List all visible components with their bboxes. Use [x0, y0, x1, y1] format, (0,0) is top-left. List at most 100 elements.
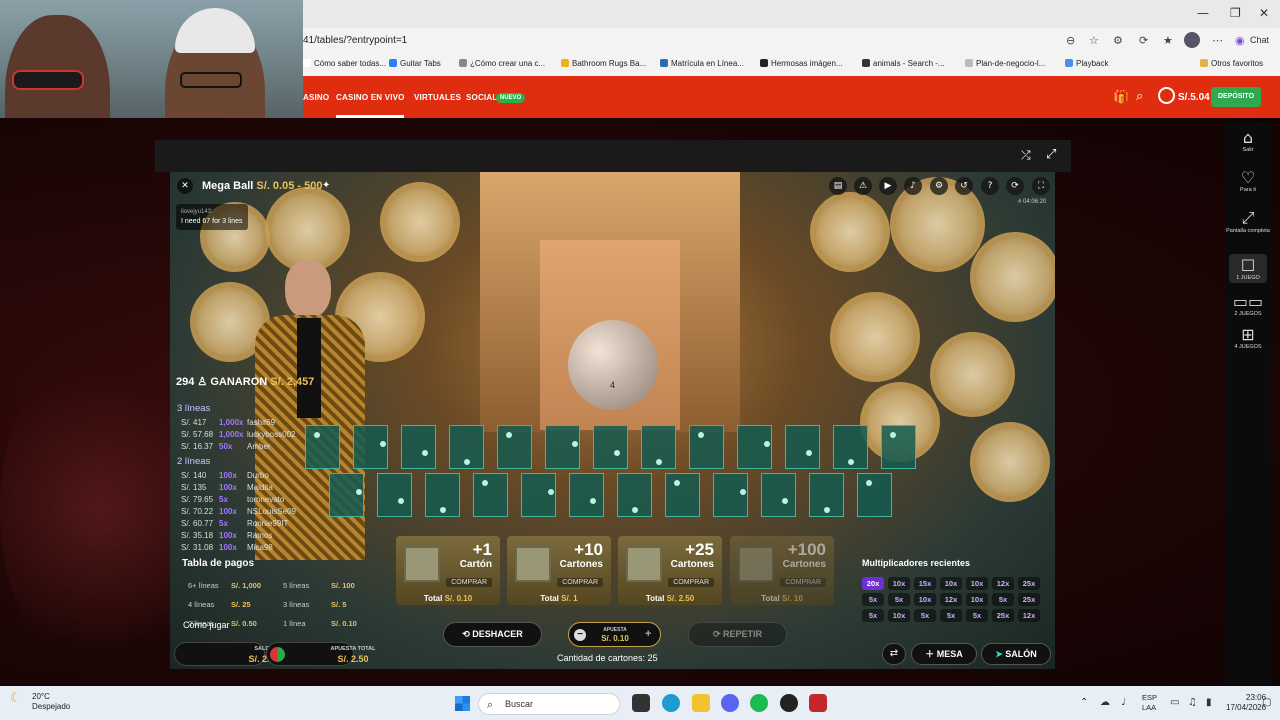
repeat-button[interactable]: ⟳ REPETIR [688, 622, 787, 647]
extensions-icon[interactable]: ⚙ [1113, 34, 1123, 47]
chat-label[interactable]: Chat [1250, 35, 1269, 45]
bingo-card[interactable] [401, 425, 436, 469]
bookmark-item[interactable]: Bathroom Rugs Ba... [561, 59, 646, 68]
spotify-icon[interactable] [750, 694, 768, 712]
bingo-card[interactable] [449, 425, 484, 469]
bingo-card[interactable] [305, 425, 340, 469]
sidebar-item-2-juegos[interactable]: ▭▭ 2 JUEGOS [1225, 292, 1271, 317]
search-icon[interactable]: ⌕ [1136, 89, 1143, 104]
restore-icon[interactable]: ❐ [1230, 6, 1241, 20]
bingo-card[interactable] [377, 473, 412, 517]
mic-icon[interactable]: ♩ [1121, 697, 1126, 708]
bookmark-item[interactable]: Plan-de-negocio-l... [965, 59, 1045, 68]
favorites-icon[interactable]: ★ [1163, 34, 1173, 47]
edge-icon[interactable] [662, 694, 680, 712]
buy-cards-button[interactable]: +1 Cartón COMPRAR Total S/. 0.10 [396, 536, 500, 605]
reader-icon[interactable]: ⊖ [1066, 34, 1075, 47]
chat-icon[interactable]: ▤ [829, 177, 847, 195]
address-bar[interactable]: 41/tables/?entrypoint=1 ⊖ ☆ ⚙ ⟳ ★ ▣ ⋯ ◉ … [303, 30, 1280, 52]
taskbar-clock[interactable]: 23:06 17/04/2026 [1226, 693, 1266, 713]
app-icon[interactable] [809, 694, 827, 712]
bingo-card[interactable] [881, 425, 916, 469]
buy-cards-button[interactable]: +100 Cartones COMPRAR Total S/. 10 [730, 536, 834, 605]
bingo-card[interactable] [833, 425, 868, 469]
sidebar-item-4-juegos[interactable]: ⊞ 4 JUEGOS [1225, 325, 1271, 350]
profile-avatar[interactable] [1184, 32, 1200, 48]
increase-bet-button[interactable]: + [645, 628, 651, 640]
undo-button[interactable]: ⟲ DESHACER [443, 622, 542, 647]
gift-icon[interactable]: 🎁 [1113, 90, 1129, 105]
volume-icon[interactable]: ♪ [904, 177, 922, 195]
pin-icon[interactable]: ✦ [322, 180, 330, 191]
buy-cards-button[interactable]: +25 Cartones COMPRAR Total S/. 2.50 [618, 536, 722, 605]
sidebar-item-salir[interactable]: ⌂ Salir [1225, 128, 1271, 153]
shuffle-icon[interactable]: ⤮ [1021, 148, 1031, 163]
windows-start-icon[interactable] [455, 696, 470, 711]
bookmark-item[interactable]: Cómo saber todas... [303, 59, 386, 68]
nav-virtuales[interactable]: VIRTUALES [414, 93, 461, 102]
bingo-card[interactable] [497, 425, 532, 469]
notifications-icon[interactable]: ▢ [1262, 697, 1271, 708]
file-explorer-icon[interactable] [692, 694, 710, 712]
bingo-card[interactable] [617, 473, 652, 517]
nav-casino-en-vivo[interactable]: CASINO EN VIVO [336, 93, 405, 102]
favorite-star-icon[interactable]: ☆ [1089, 34, 1099, 47]
fullscreen-game-icon[interactable]: ⛶ [1032, 177, 1050, 195]
minimize-icon[interactable]: — [1197, 6, 1209, 20]
help-icon[interactable]: ? [981, 177, 999, 195]
weather-widget[interactable]: ☾ 20°C Despejado [10, 692, 70, 712]
deposit-button[interactable]: DEPÓSITO [1211, 87, 1261, 107]
table-button[interactable]: ＋ MESA [911, 643, 977, 665]
bookmark-item[interactable]: Guitar Tabs [389, 59, 441, 68]
decrease-bet-button[interactable]: − [574, 629, 586, 641]
cloud-icon[interactable]: ☁ [1100, 697, 1110, 708]
bingo-card[interactable] [857, 473, 892, 517]
buy-cards-button[interactable]: +10 Cartones COMPRAR Total S/. 1 [507, 536, 611, 605]
sync-icon[interactable]: ⟳ [1139, 34, 1148, 47]
history-button[interactable]: ⇄ [882, 643, 906, 665]
nav-social[interactable]: SOCIAL [466, 93, 497, 102]
bingo-card[interactable] [785, 425, 820, 469]
sidebar-item-fullscreen[interactable]: ⤢ Pantalla completa [1225, 208, 1271, 234]
bingo-card[interactable] [761, 473, 796, 517]
task-view-icon[interactable] [632, 694, 650, 712]
copilot-icon[interactable]: ◉ [1235, 34, 1245, 47]
bookmark-item[interactable]: Hermosas imágen... [760, 59, 843, 68]
bookmark-item[interactable]: animals - Search -... [862, 59, 945, 68]
refresh-icon[interactable]: ⟳ [1006, 177, 1024, 195]
history-icon[interactable]: ↺ [955, 177, 973, 195]
bingo-card[interactable] [569, 473, 604, 517]
close-window-icon[interactable]: ✕ [1259, 6, 1269, 20]
sidebar-item-1-juego[interactable]: ☐ 1 JUEGO [1229, 254, 1267, 283]
more-menu-icon[interactable]: ⋯ [1212, 34, 1223, 47]
bookmark-item[interactable]: Playback [1065, 59, 1108, 68]
language-indicator[interactable]: ESP LAA [1142, 693, 1157, 713]
close-game-icon[interactable]: ✕ [177, 178, 193, 194]
bingo-card[interactable] [593, 425, 628, 469]
sidebar-item-para-ti[interactable]: ♡ Para ti [1225, 168, 1271, 193]
bookmark-item[interactable]: ¿Cómo crear una c... [459, 59, 545, 68]
bingo-card[interactable] [329, 473, 364, 517]
volume-tray-icon[interactable]: ♫ [1188, 697, 1197, 708]
settings-icon[interactable]: ⚙ [930, 177, 948, 195]
nav-casino[interactable]: ASINO [303, 93, 329, 102]
bingo-card[interactable] [737, 425, 772, 469]
bingo-card[interactable] [425, 473, 460, 517]
expand-icon[interactable]: ⤢ [1046, 147, 1056, 162]
bingo-card[interactable] [641, 425, 676, 469]
obs-icon[interactable] [780, 694, 798, 712]
network-icon[interactable]: ▭ [1170, 697, 1179, 708]
url-text[interactable]: 41/tables/?entrypoint=1 [303, 35, 407, 46]
tray-chevron-icon[interactable]: ⌃ [1080, 697, 1088, 708]
bingo-card[interactable] [689, 425, 724, 469]
bookmark-item[interactable]: Matrícula en Línea... [660, 59, 744, 68]
lobby-button[interactable]: ➤ SALÓN [981, 643, 1051, 665]
discord-icon[interactable] [721, 694, 739, 712]
bookmark-item[interactable]: Otros favoritos [1200, 59, 1263, 68]
taskbar-search[interactable]: ⌕ Buscar [478, 693, 620, 715]
bingo-card[interactable] [665, 473, 700, 517]
bingo-card[interactable] [521, 473, 556, 517]
bingo-card[interactable] [809, 473, 844, 517]
bingo-card[interactable] [545, 425, 580, 469]
battery-icon[interactable]: ▮ [1206, 697, 1212, 708]
